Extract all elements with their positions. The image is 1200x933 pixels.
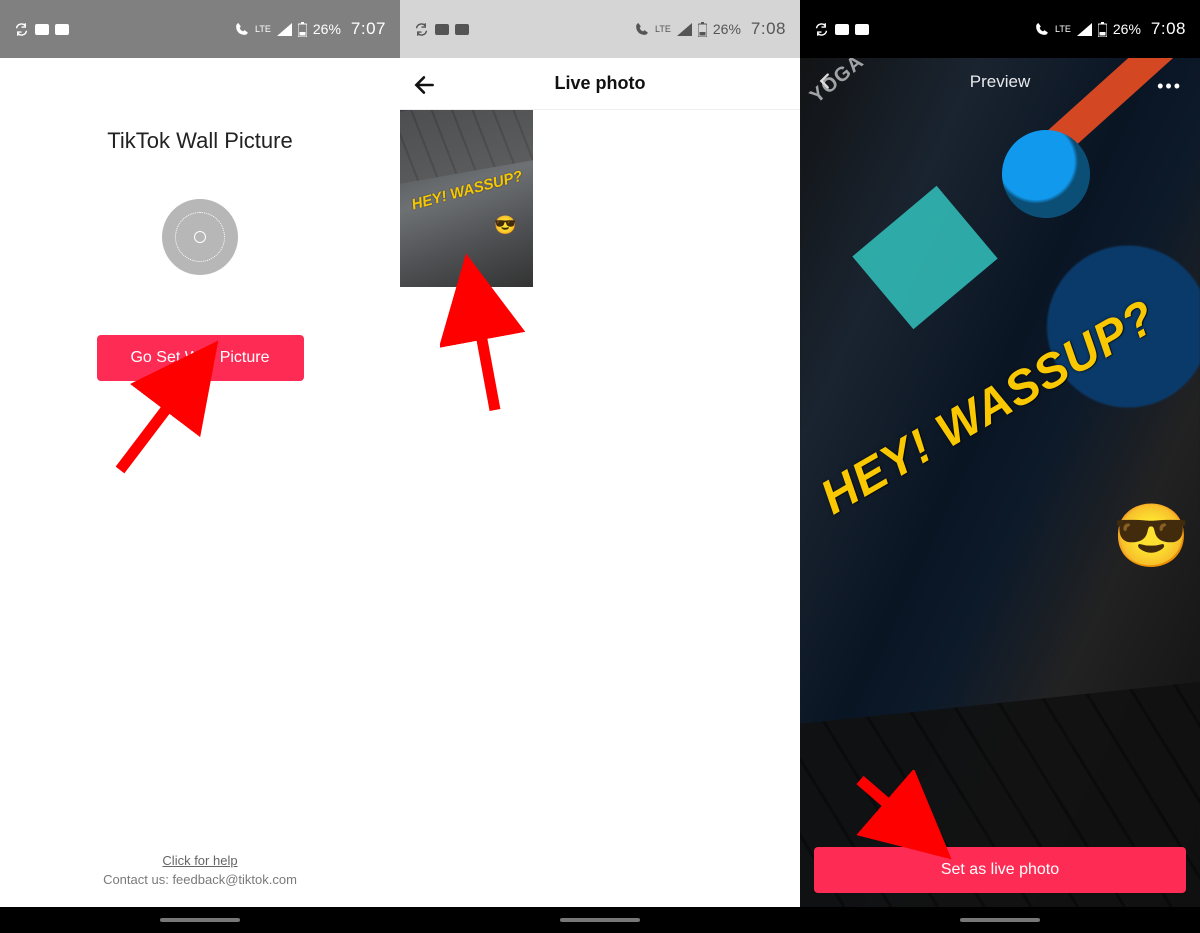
status-right: LTE 26% 7:08 [635,19,786,39]
more-options-button[interactable]: ••• [1157,76,1182,97]
status-right: LTE 26% 7:08 [1035,19,1186,39]
live-photo-thumbnail[interactable]: HEY! WASSUP? 😎 [400,110,533,287]
android-nav-bar [800,907,1200,933]
nav-pill[interactable] [560,918,640,922]
sunglasses-emoji-icon: 😎 [1113,500,1190,573]
clock: 7:08 [751,19,786,39]
call-icon [235,22,249,36]
status-left [14,22,69,37]
battery-percent: 26% [1113,21,1141,37]
network-label: LTE [255,24,271,34]
photo-keyboard-graphic [800,682,1200,933]
badge-icon [855,24,869,35]
go-set-wall-picture-button[interactable]: Go Set Wall Picture [97,335,304,381]
screen-tiktok-wall-picture: LTE 26% 7:07 TikTok Wall Picture Go Set … [0,0,400,933]
sync-icon [814,22,829,37]
badge-icon [835,24,849,35]
network-label: LTE [655,24,671,34]
click-for-help-link[interactable]: Click for help [0,853,400,868]
call-icon [635,22,649,36]
live-photo-grid: HEY! WASSUP? 😎 [400,110,800,933]
main-content: TikTok Wall Picture Go Set Wall Picture [0,58,400,933]
signal-icon [277,23,292,36]
battery-percent: 26% [713,21,741,37]
clock: 7:08 [1151,19,1186,39]
wallpaper-disc-icon [162,199,238,275]
page-title: TikTok Wall Picture [107,128,292,154]
battery-icon [1098,22,1107,37]
status-left [414,22,469,37]
sync-icon [14,22,29,37]
sunglasses-emoji-icon: 😎 [494,215,516,236]
sync-icon [414,22,429,37]
status-bar: LTE 26% 7:08 [400,0,800,58]
status-bar: LTE 26% 7:07 [0,0,400,58]
battery-icon [298,22,307,37]
contact-prefix: Contact us: [103,872,172,887]
signal-icon [677,23,692,36]
header-bar: Preview ••• [800,58,1200,106]
screen-preview: YOGA HEY! WASSUP? 😎 LTE 26% 7:08 Preview… [800,0,1200,933]
signal-icon [1077,23,1092,36]
android-nav-bar [400,907,800,933]
header-title: Preview [970,72,1030,92]
nav-pill[interactable] [960,918,1040,922]
status-left [814,22,869,37]
back-button[interactable] [814,70,836,97]
status-right: LTE 26% 7:07 [235,19,386,39]
call-icon [1035,22,1049,36]
badge-icon [35,24,49,35]
battery-icon [698,22,707,37]
contact-email: feedback@tiktok.com [172,872,296,887]
badge-icon [435,24,449,35]
nav-pill[interactable] [160,918,240,922]
back-button[interactable] [412,72,438,103]
network-label: LTE [1055,24,1071,34]
badge-icon [455,24,469,35]
android-nav-bar [0,907,400,933]
contact-line: Contact us: feedback@tiktok.com [0,872,400,887]
set-as-live-photo-button[interactable]: Set as live photo [814,847,1186,893]
header-title: Live photo [555,73,646,94]
badge-icon [55,24,69,35]
status-bar: LTE 26% 7:08 [800,0,1200,58]
footer-help: Click for help Contact us: feedback@tikt… [0,853,400,887]
header-bar: Live photo [400,58,800,110]
clock: 7:07 [351,19,386,39]
screen-live-photo-gallery: LTE 26% 7:08 Live photo HEY! WASSUP? 😎 [400,0,800,933]
battery-percent: 26% [313,21,341,37]
